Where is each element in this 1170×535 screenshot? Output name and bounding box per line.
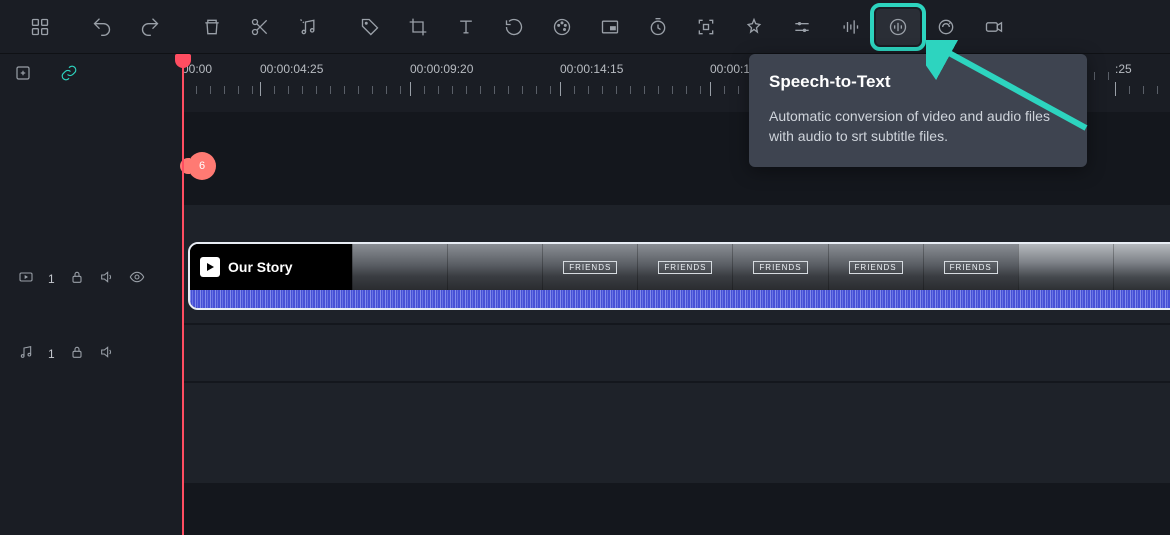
tracks-canvas[interactable]: Our Story FRIENDSFRIENDSFRIENDSFRIENDSFR… [182, 112, 1170, 535]
pip-icon[interactable] [588, 9, 632, 45]
clip-title: Our Story [228, 259, 293, 275]
audio-bars-icon[interactable] [828, 9, 872, 45]
speaker-icon[interactable] [99, 344, 115, 365]
video-track-number: 1 [48, 272, 55, 286]
lock-icon[interactable] [69, 344, 85, 365]
ruler-segment: 00:00:04:25 [260, 62, 410, 112]
ruler-segment: :25 [1115, 62, 1170, 112]
playhead[interactable] [182, 54, 184, 535]
thumbnail-badge: FRIENDS [753, 261, 807, 274]
undo-icon[interactable] [80, 9, 124, 45]
ruler-timestamp: 00:00:09:20 [410, 62, 560, 76]
lock-icon[interactable] [69, 269, 85, 290]
tag-icon[interactable] [348, 9, 392, 45]
trash-icon[interactable] [190, 9, 234, 45]
enhance-icon[interactable] [924, 9, 968, 45]
empty-lane [182, 383, 1170, 483]
clip-thumbnail [447, 244, 542, 290]
tooltip-body: Automatic conversion of video and audio … [769, 106, 1067, 147]
marker-label: 6 [199, 160, 205, 172]
add-track-icon[interactable] [14, 64, 32, 82]
speaker-icon[interactable] [99, 269, 115, 290]
clip-thumbnail: FRIENDS [637, 244, 732, 290]
clip-thumbnail [1113, 244, 1170, 290]
clip-thumbnail: FRIENDS [542, 244, 637, 290]
tooltip-title: Speech-to-Text [769, 72, 1067, 92]
grid-icon[interactable] [18, 9, 62, 45]
clip-thumbnail: FRIENDS [828, 244, 923, 290]
link-icon[interactable] [60, 64, 78, 82]
clip-thumbnail: FRIENDS [732, 244, 827, 290]
color-icon[interactable] [540, 9, 584, 45]
effects-icon[interactable] [732, 9, 776, 45]
track-labels-column: 1 1 [0, 112, 182, 535]
play-icon [200, 257, 220, 277]
ruler-segment: 00:00:14:15 [560, 62, 710, 112]
audio-lane [182, 325, 1170, 381]
thumbnail-badge: FRIENDS [944, 261, 998, 274]
timeline-left-controls [0, 54, 182, 112]
expand-icon[interactable] [684, 9, 728, 45]
ruler-segment: 00:00 [182, 62, 260, 112]
ruler-timestamp: 00:00:14:15 [560, 62, 710, 76]
audio-track-label[interactable]: 1 [0, 327, 182, 381]
video-clip[interactable]: Our Story FRIENDSFRIENDSFRIENDSFRIENDSFR… [188, 242, 1170, 310]
text-icon[interactable] [444, 9, 488, 45]
ruler-timestamp: :25 [1115, 62, 1170, 76]
crop-icon[interactable] [396, 9, 440, 45]
marker-bubble[interactable]: 6 [188, 152, 216, 180]
audio-track-icon [18, 344, 34, 365]
thumbnail-badge: FRIENDS [849, 261, 903, 274]
audio-track-number: 1 [48, 347, 55, 361]
track-area: 1 1 Our Story FRIENDSFRIENDSFRIENDSFRIEN… [0, 112, 1170, 535]
music-scissors-icon[interactable] [286, 9, 330, 45]
redo-icon[interactable] [128, 9, 172, 45]
clip-title-block: Our Story [190, 244, 352, 290]
toolbar [0, 0, 1170, 54]
speech-to-text-icon[interactable] [876, 9, 920, 45]
clip-thumbnail: FRIENDS [923, 244, 1018, 290]
thumbnail-strip: FRIENDS FRIENDS FRIENDS FRIENDS FRIENDS [352, 244, 1170, 290]
ruler-segment: 00:00:09:20 [410, 62, 560, 112]
ruler-timestamp: 00:00 [182, 62, 260, 76]
scissors-icon[interactable] [238, 9, 282, 45]
clip-thumbnail [352, 244, 447, 290]
clip-waveform [190, 290, 1170, 308]
video-track-label[interactable]: 1 [0, 245, 182, 313]
timer-icon[interactable] [636, 9, 680, 45]
record-icon[interactable] [972, 9, 1016, 45]
rotate-icon[interactable] [492, 9, 536, 45]
speech-to-text-tooltip: Speech-to-Text Automatic conversion of v… [749, 54, 1087, 167]
thumbnail-badge: FRIENDS [658, 261, 712, 274]
clip-thumbnail [1018, 244, 1113, 290]
thumbnail-badge: FRIENDS [563, 261, 617, 274]
ruler-timestamp: 00:00:04:25 [260, 62, 410, 76]
video-track-icon [18, 269, 34, 290]
eye-icon[interactable] [129, 269, 145, 290]
sliders-icon[interactable] [780, 9, 824, 45]
